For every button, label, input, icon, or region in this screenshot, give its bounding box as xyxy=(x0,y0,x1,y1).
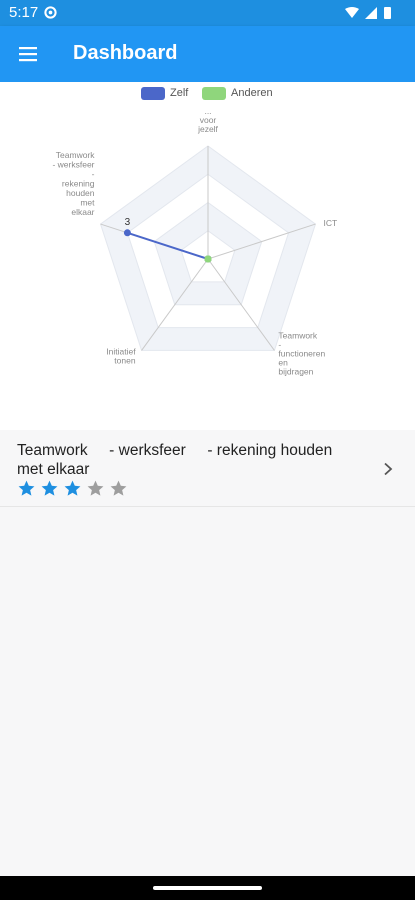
settings-gear-icon xyxy=(44,6,57,19)
star-icon xyxy=(64,480,81,496)
list-item-title: Teamwork - werksfeer - rekening houden m… xyxy=(17,442,333,478)
status-icons xyxy=(345,7,391,19)
star-icon xyxy=(110,480,127,496)
hamburger-menu-icon[interactable] xyxy=(12,40,44,68)
data-point-anderen xyxy=(204,255,212,263)
chevron-right-icon xyxy=(384,462,393,476)
battery-icon xyxy=(384,7,391,19)
radar-chart: 3 ... voor jezelf ICT Teamwork -functioneren en… xyxy=(52,106,337,376)
gesture-handle[interactable] xyxy=(153,886,262,890)
star-icon xyxy=(18,480,35,496)
star-icon xyxy=(87,480,104,496)
axis-label-1: ICT xyxy=(323,218,337,228)
navigation-bar xyxy=(0,876,415,900)
axis-label-4: Teamwork - werksfeer -rekening houden met elk… xyxy=(52,150,95,217)
status-bar: 5:17 xyxy=(0,0,415,26)
status-time: 5:17 xyxy=(9,4,39,21)
star-icon xyxy=(41,480,58,496)
cellular-signal-icon xyxy=(365,7,377,19)
data-label: 3 xyxy=(125,217,131,228)
wifi-icon xyxy=(345,7,359,18)
axis-label-2: Teamwork -functioneren en bijdragen xyxy=(278,330,325,376)
axis-label-3: Initiatief tonen xyxy=(106,346,136,365)
app-bar: Dashboard xyxy=(0,26,415,82)
data-point-zelf xyxy=(123,229,131,237)
list-item[interactable]: Teamwork - werksfeer - rekening houden m… xyxy=(0,432,415,507)
page-title: Dashboard xyxy=(73,42,178,64)
axis-label-0: ... voor jezelf xyxy=(197,106,218,134)
